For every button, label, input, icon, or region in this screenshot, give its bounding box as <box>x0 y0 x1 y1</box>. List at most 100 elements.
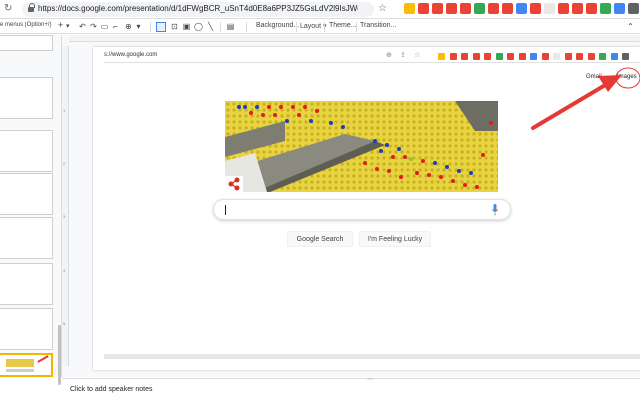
slide-thumbnail[interactable] <box>0 35 53 51</box>
extension-icon[interactable] <box>446 3 457 14</box>
ruler-tick: 2 <box>63 161 66 166</box>
lock-icon <box>28 3 35 13</box>
background-button[interactable]: Background... <box>256 22 299 29</box>
google-doodle-image <box>225 101 498 192</box>
toolbar-separator <box>220 22 221 32</box>
embedded-extension-icon <box>472 53 480 60</box>
gmail-link: Gmail <box>586 74 602 80</box>
slides-toolbar: e menus (Option+/) + ▾ ↶ ↷ ▭ ⌐ ⊕ ▾ ⊡ ▣ ◯… <box>0 19 640 34</box>
text-box-icon[interactable]: ⊡ <box>170 22 179 31</box>
microphone-icon[interactable] <box>492 204 498 216</box>
extension-icon[interactable] <box>586 3 597 14</box>
slide-thumbnail[interactable] <box>0 77 53 119</box>
extension-icon[interactable] <box>572 3 583 14</box>
doodle-share-button[interactable] <box>225 176 243 192</box>
google-search-button[interactable]: Google Search <box>287 231 353 247</box>
speaker-notes-placeholder[interactable]: Click to add speaker notes <box>70 386 153 393</box>
embedded-extension-icon <box>553 53 560 60</box>
embedded-extension-icon <box>518 53 526 60</box>
embedded-extension-icon <box>610 53 618 60</box>
extension-icon[interactable] <box>418 3 429 14</box>
ruler-tick: 3 <box>63 214 66 219</box>
extension-icon[interactable] <box>502 3 513 14</box>
share-icon <box>228 177 240 191</box>
embedded-footer <box>104 354 640 359</box>
extension-icon[interactable] <box>530 3 541 14</box>
images-link: Images <box>617 74 637 80</box>
zoom-dropdown-icon[interactable]: ▾ <box>134 22 143 31</box>
resize-handle-icon[interactable]: ⋯ <box>367 376 373 383</box>
omnibox[interactable]: https://docs.google.com/presentation/d/1… <box>22 2 387 17</box>
slide-thumbnail[interactable] <box>0 173 53 215</box>
new-slide-dropdown-icon[interactable]: ▾ <box>66 22 70 30</box>
collapse-toolbar-icon[interactable]: ⌃ <box>626 22 635 31</box>
speaker-notes-panel[interactable]: ⋯ Click to add speaker notes <box>62 376 640 400</box>
toolbar-separator <box>324 22 325 32</box>
bookmark-star-icon[interactable]: ☆ <box>378 3 387 14</box>
extension-icon[interactable] <box>614 3 625 14</box>
slide-thumbnail-selected[interactable] <box>0 353 53 377</box>
print-icon[interactable]: ▭ <box>100 22 109 31</box>
extension-icon[interactable] <box>516 3 527 14</box>
filmstrip-scrollbar[interactable] <box>58 325 61 385</box>
reload-icon[interactable]: ↻ <box>4 3 12 14</box>
zoom-icon[interactable]: ⊕ <box>124 22 133 31</box>
slide-thumbnail[interactable] <box>0 263 53 305</box>
slide-thumbnail[interactable] <box>0 130 53 172</box>
extension-icon[interactable] <box>474 3 485 14</box>
extension-icon[interactable] <box>432 3 443 14</box>
embedded-extension-icon <box>599 53 606 60</box>
google-search-input[interactable] <box>213 199 511 220</box>
toolbar-separator <box>246 22 247 32</box>
embedded-extension-icon <box>622 53 629 60</box>
doodle-graphic <box>225 101 498 192</box>
embedded-extension-icon <box>507 53 514 60</box>
embedded-browser-bar: s://www.google.com ⊕ ⇪ ☆ <box>104 50 640 63</box>
transition-button[interactable]: Transition... <box>360 22 396 29</box>
extension-icon[interactable] <box>488 3 499 14</box>
embedded-extension-icon <box>484 53 491 60</box>
toolbar-separator <box>296 22 297 32</box>
embedded-extension-icon <box>541 53 549 60</box>
slide-thumbnail[interactable] <box>0 217 53 259</box>
vertical-ruler: 1 2 3 4 5 <box>62 46 69 366</box>
paint-format-icon[interactable]: ⌐ <box>111 22 120 31</box>
ruler-tick: 5 <box>63 321 66 326</box>
select-tool-icon[interactable] <box>156 22 166 32</box>
extension-icon[interactable] <box>544 3 555 14</box>
layout-button[interactable]: Layout ▾ <box>300 22 326 30</box>
extension-icon[interactable] <box>600 3 611 14</box>
shape-icon[interactable]: ◯ <box>194 22 203 31</box>
slide-thumbnail[interactable] <box>0 308 53 350</box>
redo-icon[interactable]: ↷ <box>89 22 98 31</box>
toolbar-separator <box>356 22 357 32</box>
extension-icon[interactable] <box>628 3 639 14</box>
embedded-zoom-icon: ⊕ <box>386 52 392 59</box>
embedded-extension-icon <box>438 53 445 60</box>
thumbnail-doodle <box>6 359 34 367</box>
image-icon[interactable]: ▣ <box>182 22 191 31</box>
ruler-tick: 1 <box>63 108 66 113</box>
extension-icon[interactable] <box>460 3 471 14</box>
extension-icon[interactable] <box>558 3 569 14</box>
horizontal-ruler <box>69 35 640 42</box>
comment-icon[interactable]: ▤ <box>226 22 235 31</box>
embedded-extension-icon <box>461 53 468 60</box>
embedded-url: s://www.google.com <box>104 52 158 58</box>
menu-search-hint[interactable]: e menus (Option+/) <box>0 22 52 28</box>
thumbnail-buttons <box>6 369 34 372</box>
toolbar-separator <box>150 22 151 32</box>
embedded-extension-icon <box>587 53 595 60</box>
embedded-extension-icon <box>564 53 572 60</box>
line-icon[interactable]: ╲ <box>206 22 215 31</box>
extension-icon[interactable] <box>404 3 415 14</box>
ruler-tick: 4 <box>63 268 66 273</box>
embedded-share-icon: ⇪ <box>400 52 406 59</box>
thumbnail-arrow <box>37 355 49 363</box>
feeling-lucky-button[interactable]: I'm Feeling Lucky <box>359 231 431 247</box>
theme-button[interactable]: Theme... <box>329 22 357 29</box>
url-text[interactable]: https://docs.google.com/presentation/d/1… <box>38 4 358 13</box>
new-slide-button[interactable]: + <box>58 20 63 30</box>
slide-filmstrip <box>0 35 62 385</box>
undo-icon[interactable]: ↶ <box>78 22 87 31</box>
